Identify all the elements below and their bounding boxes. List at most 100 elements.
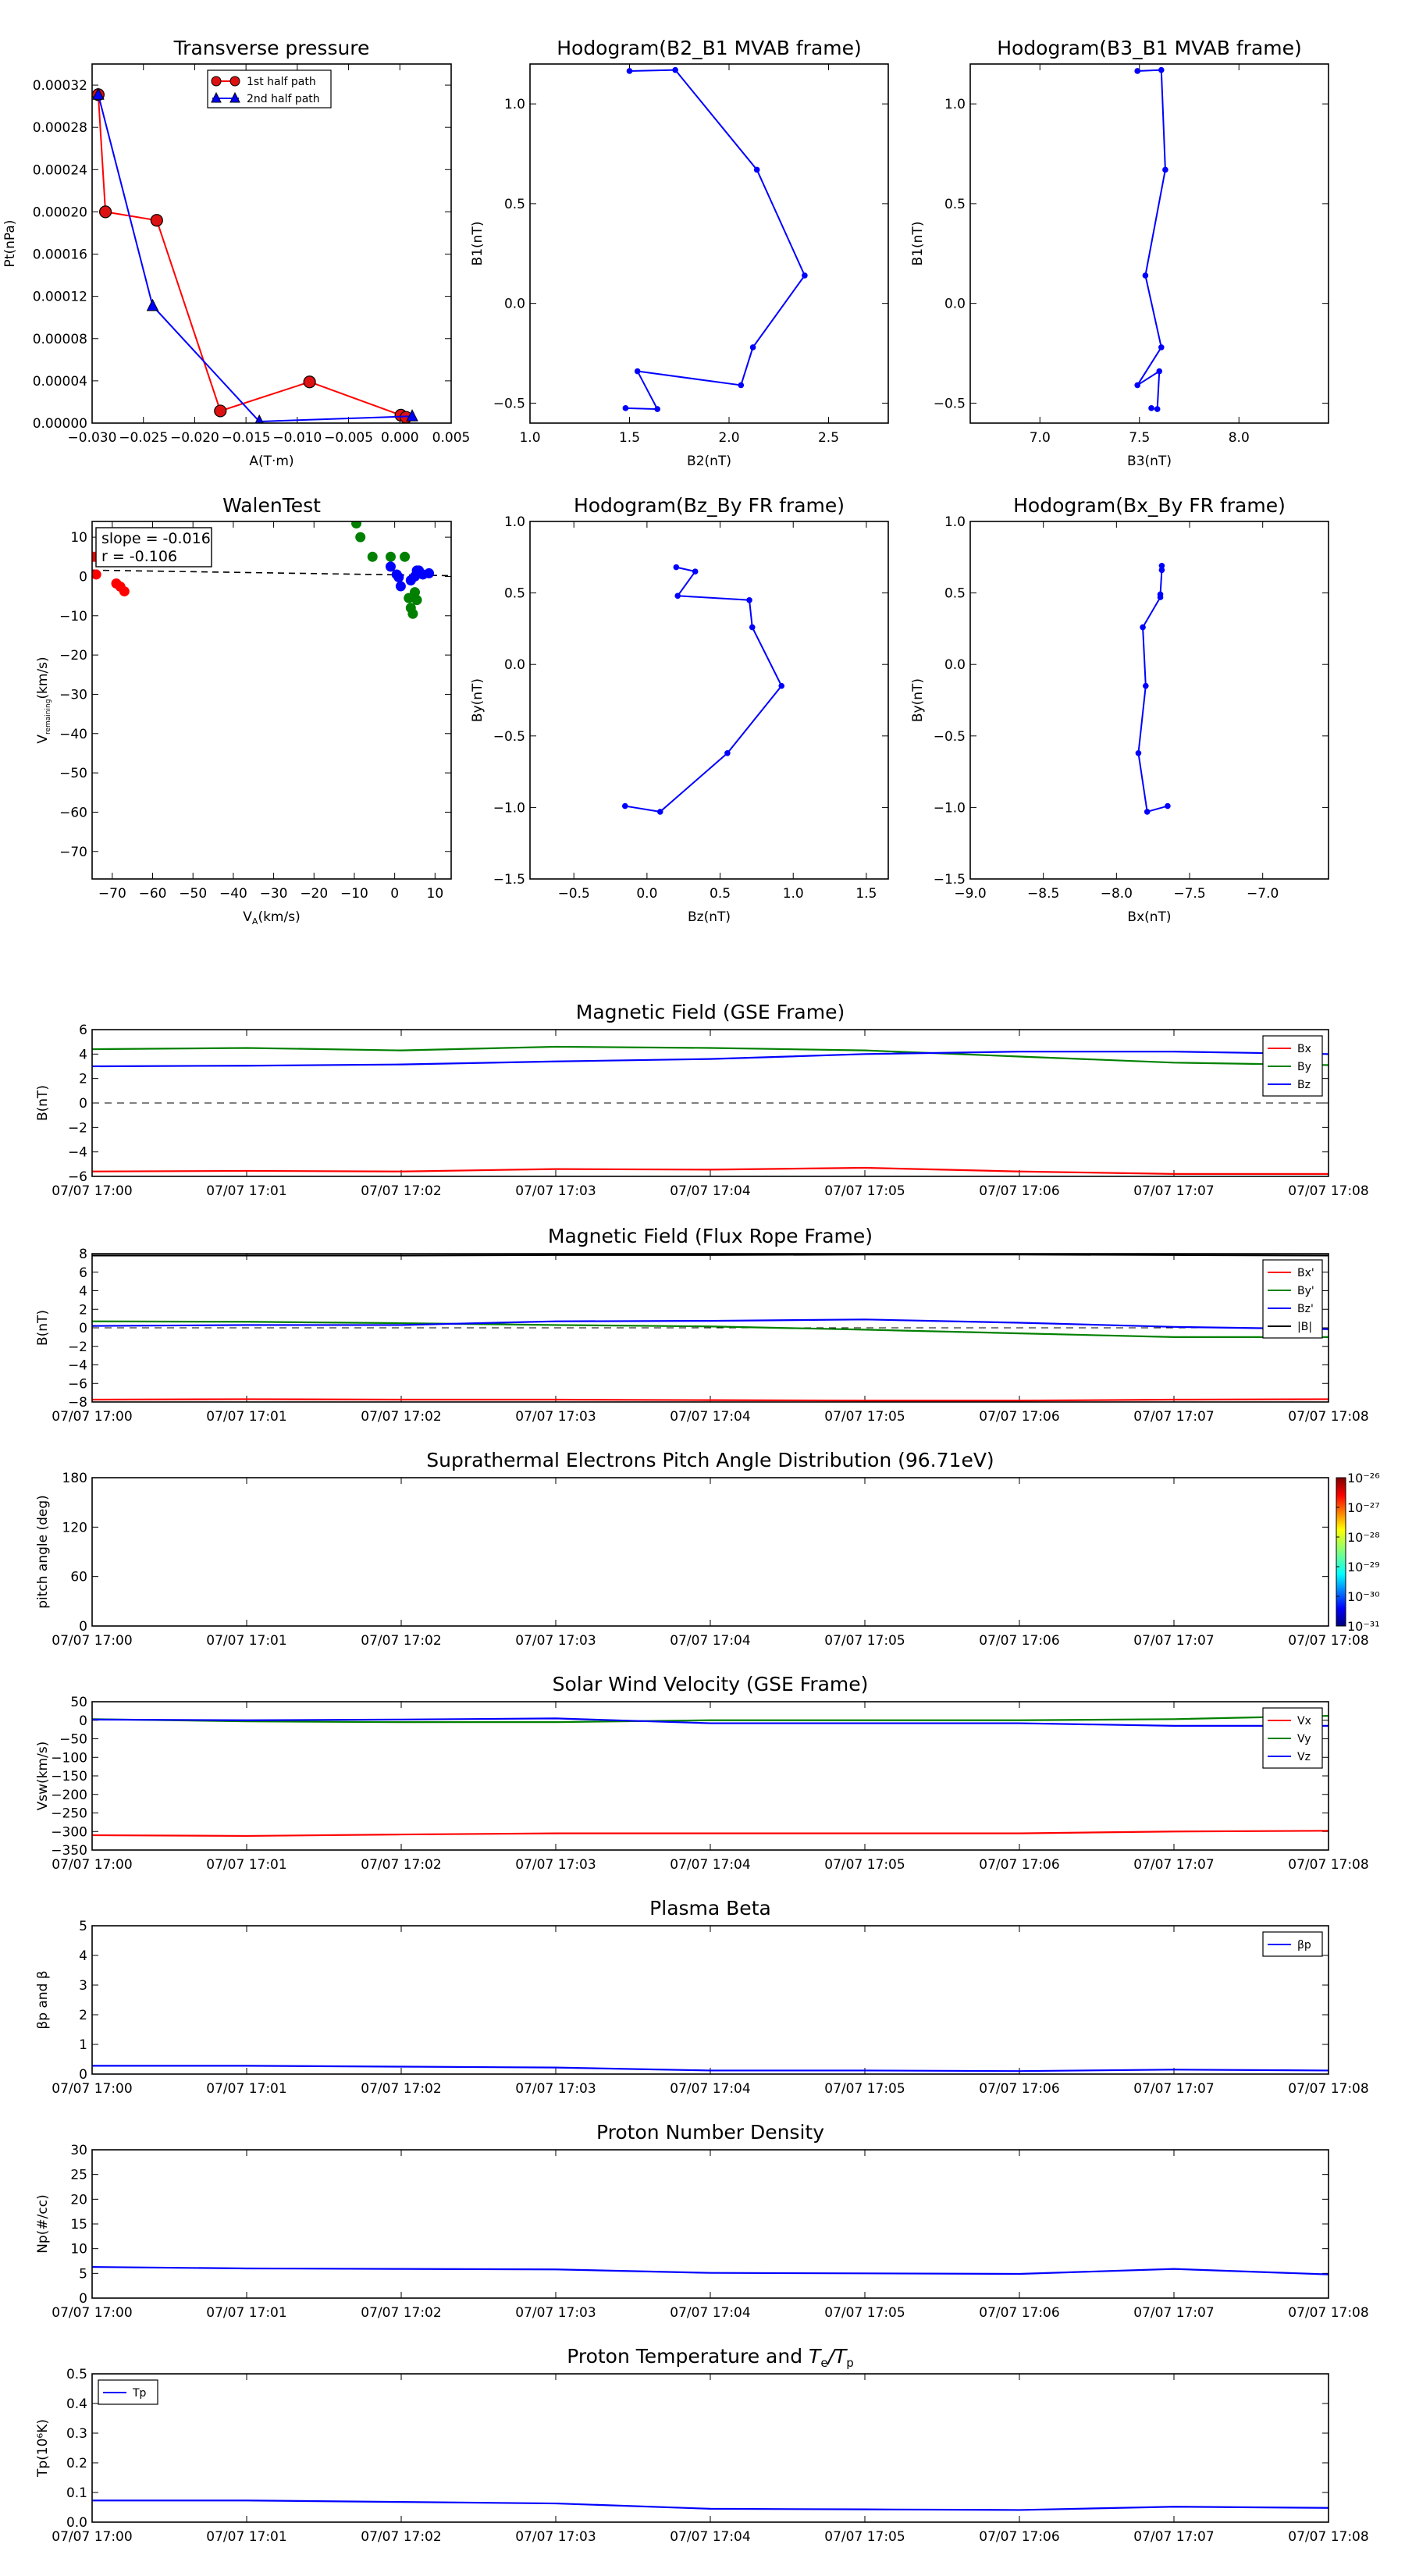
x-tick-label: −8.0: [1101, 886, 1133, 902]
x-tick-label: 8.0: [1229, 430, 1250, 446]
y-tick-label: −6: [68, 1376, 87, 1392]
y-tick-label: −2: [68, 1340, 87, 1355]
axes-frame: [91, 1925, 1329, 2075]
data-point: [654, 406, 660, 412]
x-tick-label: 07/07 17:03: [515, 1633, 596, 1649]
series-line-0: [1136, 69, 1166, 411]
y-tick-label: −30: [59, 687, 87, 703]
y-tick-label: −10: [59, 609, 87, 624]
legend-label: Vx: [1297, 1715, 1311, 1727]
y-tick-label: 1.0: [504, 514, 525, 530]
data-point: [724, 749, 731, 756]
y-tick-label: −200: [51, 1788, 87, 1803]
y-tick-label: 30: [70, 2143, 87, 2158]
x-tick-label: 07/07 17:08: [1288, 1633, 1368, 1649]
series-line-By': [92, 1320, 1329, 1338]
legend-label: Bx: [1297, 1043, 1311, 1055]
x-tick-label: 07/07 17:00: [52, 2529, 132, 2545]
x-tick-label: 07/07 17:05: [824, 2081, 905, 2097]
x-tick-label: 07/07 17:02: [361, 1409, 441, 1425]
x-tick-label: 07/07 17:07: [1133, 2529, 1214, 2545]
x-tick-label: −8.5: [1027, 886, 1059, 902]
y-tick-label: −50: [59, 1732, 87, 1748]
y-axis-label: Vremaining(km/s): [35, 656, 52, 743]
x-tick-label: 07/07 17:04: [670, 1409, 750, 1425]
x-tick-label: 1.5: [619, 430, 640, 446]
panel-hodo_b3b1: Hodogram(B3_B1 MVAB frame) 7.0 7.5 8.0 −0.5 0…: [910, 37, 1329, 469]
axes-frame: [529, 521, 889, 880]
x-tick-label: −0.030: [68, 430, 117, 446]
legend-label: βp: [1297, 1939, 1311, 1952]
colorbar-label: 10⁻²⁸: [1347, 1530, 1380, 1545]
x-tick-label: 07/07 17:00: [52, 1633, 132, 1649]
x-tick-label: −40: [219, 886, 247, 902]
y-tick-label: −60: [59, 805, 87, 820]
y-tick-label: −50: [59, 766, 87, 781]
chart-title: Hodogram(B2_B1 MVAB frame): [557, 37, 862, 59]
x-tick-label: 07/07 17:04: [670, 2081, 750, 2097]
y-tick-label: 0.2: [66, 2456, 87, 2471]
data-point: [749, 344, 756, 350]
data-point: [1156, 368, 1163, 375]
y-tick-label: −1.5: [493, 872, 525, 888]
x-tick-label: 07/07 17:07: [1133, 2305, 1214, 2321]
series-line-0: [92, 2266, 1329, 2275]
x-axis-label: Bx(nT): [1127, 909, 1171, 925]
series-line-Bx': [92, 1398, 1329, 1402]
panel-mag_fr: Magnetic Field (Flux Rope Frame) 07/07 17…: [35, 1225, 1369, 1425]
plot-area: [621, 564, 785, 815]
data-point: [778, 682, 785, 689]
x-tick-label: 07/07 17:01: [206, 1183, 286, 1199]
y-tick-label: 5: [79, 1919, 87, 1934]
y-tick-label: 0.5: [944, 586, 966, 602]
colorbar: [1336, 1477, 1346, 1627]
data-point: [1158, 66, 1165, 73]
y-tick-label: 0.00012: [33, 290, 87, 305]
series-line-1: [97, 94, 413, 422]
x-tick-label: 07/07 17:08: [1288, 2081, 1368, 2097]
y-tick-label: 0.5: [944, 197, 966, 212]
x-tick-label: −0.5: [558, 886, 590, 902]
y-tick-label: 1.0: [944, 514, 966, 530]
y-tick-label: 10: [70, 2242, 87, 2258]
y-tick-label: 0: [79, 1096, 87, 1112]
x-tick-label: 07/07 17:03: [515, 2081, 596, 2097]
data-point: [1142, 272, 1149, 279]
y-tick-label: 3: [79, 1978, 87, 1994]
y-tick-label: 4: [79, 1284, 87, 1300]
y-tick-label: 0: [79, 1619, 87, 1635]
data-point: [150, 214, 163, 227]
chart-title: Proton Number Density: [596, 2121, 824, 2144]
y-tick-label: −0.5: [934, 729, 966, 745]
y-axis-label-sub: remaining: [44, 699, 52, 735]
y-tick-label: 180: [62, 1471, 87, 1486]
data-point: [692, 568, 699, 575]
x-tick-label: 07/07 17:00: [52, 1857, 132, 1873]
series-line-0: [1137, 565, 1168, 813]
axes-frame: [91, 63, 452, 424]
x-tick-label: −7.5: [1173, 886, 1205, 902]
y-tick-label: −8: [68, 1395, 87, 1411]
panel-hodo_bzby: Hodogram(Bz_By FR frame) −0.5 0.0 0.5 1.0 1.5…: [470, 494, 889, 925]
x-tick-label: 07/07 17:04: [670, 1633, 750, 1649]
data-point: [746, 596, 752, 603]
x-tick-label: 07/07 17:07: [1133, 2081, 1214, 2097]
data-point: [1157, 594, 1164, 600]
x-tick-label: 0.000: [381, 430, 419, 446]
series-line-|B|: [92, 1254, 1329, 1257]
y-tick-label: 0.00000: [33, 416, 87, 432]
annotation-r: r = -0.106: [101, 548, 177, 565]
x-tick-label: 07/07 17:08: [1288, 1857, 1368, 1873]
y-tick-label: 0.00016: [33, 247, 87, 263]
x-tick-label: 07/07 17:07: [1133, 1857, 1214, 1873]
x-tick-label: 07/07 17:04: [670, 1857, 750, 1873]
y-tick-label: 4: [79, 1948, 87, 1964]
y-tick-label: 0.5: [66, 2367, 87, 2382]
x-tick-label: −70: [98, 886, 126, 902]
x-tick-label: 07/07 17:07: [1133, 1183, 1214, 1199]
axes-frame: [529, 63, 889, 424]
y-tick-label: 0: [79, 1713, 87, 1729]
legend-label: Bz': [1297, 1303, 1314, 1315]
colorbar-label: 10⁻³⁰: [1347, 1589, 1380, 1604]
chart-title: Hodogram(B3_B1 MVAB frame): [997, 37, 1302, 59]
